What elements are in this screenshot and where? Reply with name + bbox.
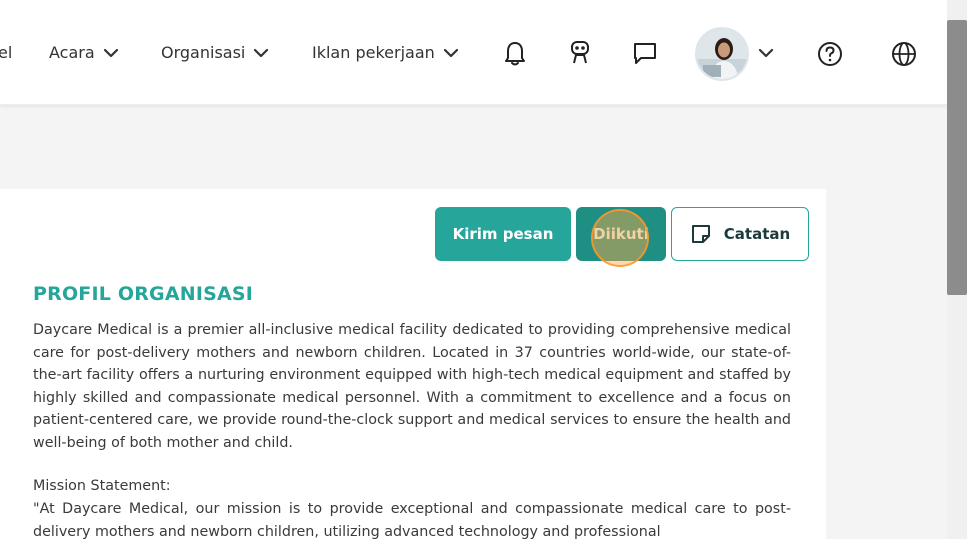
- nav-item-acara-label: Acara: [49, 43, 95, 62]
- organization-profile-card: Kirim pesan Diikuti Catatan PROFIL ORGAN…: [0, 189, 826, 539]
- bell-icon[interactable]: [501, 39, 529, 67]
- nav-item-iklan-pekerjaan[interactable]: Iklan pekerjaan: [312, 40, 459, 66]
- page: el Acara Organisasi Iklan pekerjaan Kiri…: [0, 0, 967, 539]
- send-message-label: Kirim pesan: [452, 225, 554, 243]
- nav-item-organisasi[interactable]: Organisasi: [161, 40, 269, 66]
- globe-icon[interactable]: [891, 41, 917, 67]
- notes-label: Catatan: [723, 225, 791, 243]
- top-navigation: el Acara Organisasi Iklan pekerjaan: [0, 0, 947, 105]
- chevron-down-icon[interactable]: [758, 45, 774, 61]
- chevron-down-icon: [103, 48, 118, 58]
- scrollbar-thumb[interactable]: [947, 20, 967, 295]
- avatar[interactable]: [695, 27, 749, 81]
- robot-icon[interactable]: [566, 39, 594, 67]
- notes-button[interactable]: Catatan: [671, 207, 809, 261]
- nav-item-iklan-pekerjaan-label: Iklan pekerjaan: [312, 43, 435, 62]
- avatar-image: [697, 29, 747, 79]
- nav-item-partial-label: el: [0, 43, 13, 62]
- chevron-down-icon: [254, 48, 269, 58]
- help-icon[interactable]: [817, 41, 843, 67]
- following-button[interactable]: Diikuti: [576, 207, 666, 261]
- section-title: PROFIL ORGANISASI: [33, 283, 254, 305]
- mission-text: "At Daycare Medical, our mission is to p…: [33, 501, 791, 539]
- following-label: Diikuti: [593, 225, 649, 243]
- nav-item-organisasi-label: Organisasi: [161, 43, 246, 62]
- send-message-button[interactable]: Kirim pesan: [435, 207, 571, 261]
- chat-icon[interactable]: [631, 39, 659, 67]
- nav-item-partial[interactable]: el: [0, 40, 12, 66]
- note-icon: [691, 225, 710, 243]
- nav-item-acara[interactable]: Acara: [49, 40, 119, 66]
- chevron-down-icon: [443, 48, 458, 58]
- mission-label: Mission Statement:: [33, 478, 171, 494]
- organization-description: Daycare Medical is a premier all-inclusi…: [33, 322, 791, 451]
